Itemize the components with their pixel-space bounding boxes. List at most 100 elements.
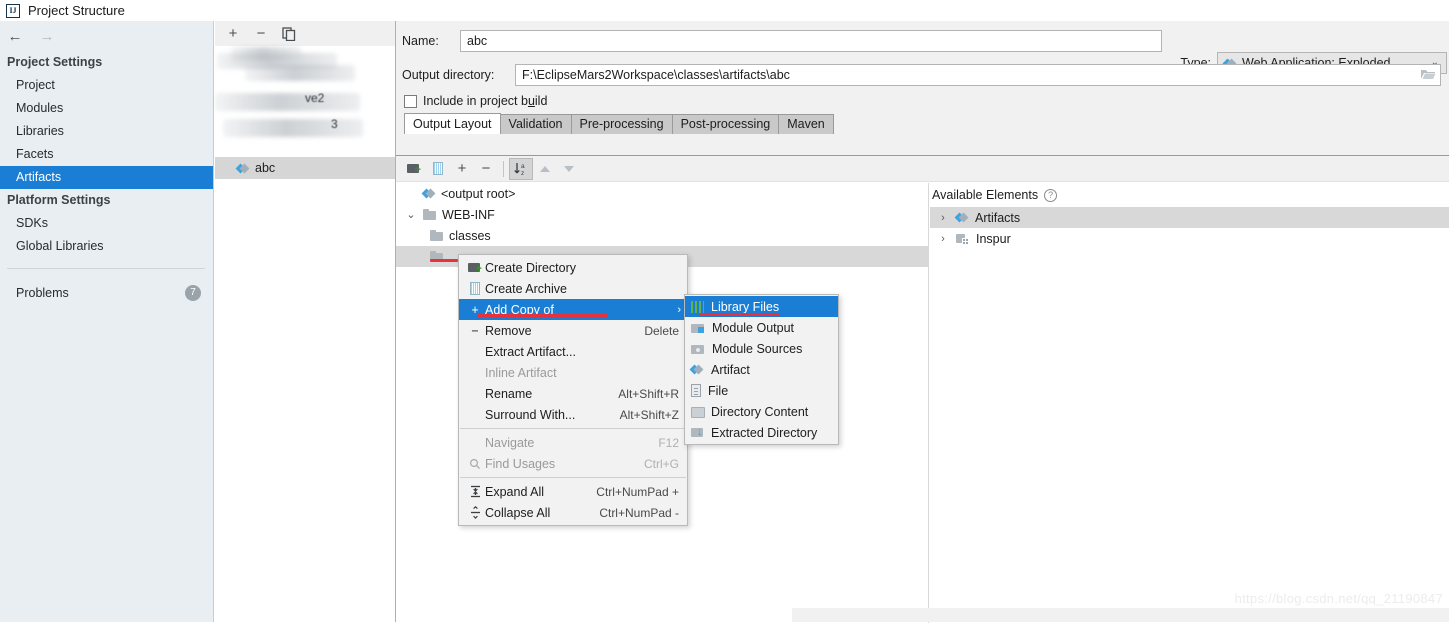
- menu-item-label: Rename: [485, 386, 533, 401]
- chevron-right-icon[interactable]: ›: [936, 212, 950, 224]
- tab-output-layout[interactable]: Output Layout: [404, 113, 501, 134]
- menu-item-accel: Delete: [644, 323, 679, 338]
- folder-add-icon: [465, 262, 485, 274]
- submenu-item-label: Artifact: [711, 362, 750, 377]
- tab-pre-processing[interactable]: Pre-processing: [570, 114, 673, 134]
- remove-artifact-button[interactable]: −: [253, 26, 269, 42]
- menu-item-extract-artifact[interactable]: Extract Artifact...: [459, 341, 687, 362]
- menu-item-create-directory[interactable]: Create Directory: [459, 257, 687, 278]
- submenu-item-directory-content[interactable]: Directory Content: [685, 401, 838, 422]
- output-directory-input[interactable]: F:\EclipseMars2Workspace\classes\artifac…: [515, 64, 1441, 86]
- sort-az-icon: a z: [514, 162, 525, 177]
- output-directory-label: Output directory:: [402, 68, 495, 82]
- available-element-label: Inspur: [976, 231, 1011, 246]
- artifact-list-item-redacted-1b: [245, 65, 355, 81]
- tab-post-processing[interactable]: Post-processing: [671, 114, 780, 134]
- move-down-button[interactable]: [557, 158, 581, 180]
- create-archive-button[interactable]: [426, 158, 450, 180]
- menu-item-surround-with[interactable]: Surround With... Alt+Shift+Z: [459, 404, 687, 425]
- sort-alphabetically-button[interactable]: a z: [509, 157, 533, 180]
- menu-item-remove[interactable]: − Remove Delete: [459, 320, 687, 341]
- chevron-down-icon[interactable]: ⌄: [404, 208, 418, 221]
- tab-maven[interactable]: Maven: [778, 114, 834, 134]
- menu-item-label: Extract Artifact...: [485, 344, 576, 359]
- annotation-underline-add-copy-of: [477, 314, 608, 317]
- module-sources-icon: [691, 343, 705, 355]
- archive-icon: [433, 162, 443, 175]
- output-directory-value: F:\EclipseMars2Workspace\classes\artifac…: [522, 68, 790, 82]
- artifact-list-panel: + − ve2 3 abc: [215, 21, 396, 622]
- available-elements-title: Available Elements: [932, 188, 1039, 202]
- problems-label: Problems: [16, 285, 69, 300]
- submenu-item-module-output[interactable]: Module Output: [685, 317, 838, 338]
- sidebar-item-global-libraries[interactable]: Global Libraries: [0, 235, 213, 258]
- tree-row-label: WEB-INF: [442, 207, 495, 222]
- move-up-button[interactable]: [533, 158, 557, 180]
- annotation-underline-tree-row: [430, 259, 458, 262]
- directory-content-icon: [691, 406, 705, 418]
- sidebar-item-modules[interactable]: Modules: [0, 97, 213, 120]
- menu-item-label: Expand All: [485, 484, 545, 499]
- name-input[interactable]: abc: [460, 30, 1162, 52]
- menu-item-accel: Ctrl+NumPad +: [596, 484, 679, 499]
- output-directory-row: Output directory: F:\EclipseMars2Workspa…: [396, 61, 1449, 89]
- add-artifact-button[interactable]: +: [225, 26, 241, 42]
- sidebar-item-facets[interactable]: Facets: [0, 143, 213, 166]
- available-elements-header: Available Elements ?: [930, 183, 1449, 207]
- tab-validation[interactable]: Validation: [499, 114, 572, 134]
- triangle-down-icon: [564, 165, 574, 172]
- folder-open-icon[interactable]: [1420, 67, 1436, 81]
- artifact-list-item-redacted-2[interactable]: [215, 93, 360, 111]
- expand-all-icon: [465, 485, 485, 498]
- menu-item-collapse-all[interactable]: Collapse All Ctrl+NumPad -: [459, 502, 687, 523]
- arrow-left-icon[interactable]: ←: [5, 26, 25, 46]
- svg-text:a: a: [521, 163, 525, 170]
- menu-item-label: Inline Artifact: [485, 365, 557, 380]
- copy-artifact-button[interactable]: [281, 26, 297, 42]
- annotation-underline-library-files: [700, 313, 780, 316]
- submenu-item-extracted-directory[interactable]: Extracted Directory: [685, 422, 838, 443]
- create-directory-button[interactable]: [402, 158, 426, 180]
- menu-item-accel: Alt+Shift+R: [618, 386, 679, 401]
- menu-item-accel: F12: [658, 435, 679, 450]
- artifact-list: ve2 3 abc: [215, 47, 395, 179]
- menu-item-rename[interactable]: Rename Alt+Shift+R: [459, 383, 687, 404]
- tree-row[interactable]: ⌄ WEB-INF: [396, 204, 928, 225]
- include-in-project-build-checkbox[interactable]: [404, 94, 417, 108]
- menu-separator: [460, 477, 686, 478]
- tree-row[interactable]: <output root>: [396, 183, 928, 204]
- sidebar-item-project[interactable]: Project: [0, 74, 213, 97]
- window-title: Project Structure: [28, 3, 125, 18]
- include-in-project-build-label: Include in project build: [423, 94, 548, 108]
- sidebar-item-artifacts[interactable]: Artifacts: [0, 166, 213, 189]
- context-menu: Create Directory Create Archive + Add Co…: [458, 254, 688, 526]
- add-copy-button[interactable]: +: [450, 158, 474, 180]
- chevron-right-icon[interactable]: ›: [936, 233, 950, 245]
- submenu-item-file[interactable]: File: [685, 380, 838, 401]
- remove-element-button[interactable]: −: [474, 158, 498, 180]
- submenu-item-artifact[interactable]: Artifact: [685, 359, 838, 380]
- sidebar-item-sdks[interactable]: SDKs: [0, 212, 213, 235]
- watermark: https://blog.csdn.net/qq_21190847: [1234, 591, 1443, 606]
- sidebar-item-problems[interactable]: Problems 7: [0, 281, 213, 304]
- menu-item-expand-all[interactable]: Expand All Ctrl+NumPad +: [459, 481, 687, 502]
- intellij-idea-icon: IJ: [6, 3, 20, 18]
- sidebar-item-libraries[interactable]: Libraries: [0, 120, 213, 143]
- folder-add-icon: [406, 163, 422, 175]
- submenu-item-label: Library Files: [711, 299, 780, 314]
- menu-item-accel: Alt+Shift+Z: [619, 407, 679, 422]
- menu-item-create-archive[interactable]: Create Archive: [459, 278, 687, 299]
- library-files-icon: [691, 300, 704, 313]
- problems-count-badge: 7: [185, 284, 201, 301]
- question-mark-icon[interactable]: ?: [1044, 188, 1058, 202]
- include-in-project-build-row[interactable]: Include in project build: [396, 89, 1449, 113]
- artifact-list-item-redacted-3[interactable]: [223, 119, 363, 137]
- available-element-inspur[interactable]: › Inspur: [930, 228, 1449, 249]
- artifact-list-item-abc[interactable]: abc: [215, 157, 395, 179]
- sidebar-group-project-settings: Project Settings: [7, 55, 103, 69]
- tree-row[interactable]: classes: [396, 225, 928, 246]
- available-element-artifacts[interactable]: › Artifacts: [930, 207, 1449, 228]
- submenu-item-module-sources[interactable]: Module Sources: [685, 338, 838, 359]
- arrow-right-icon[interactable]: →: [37, 26, 57, 46]
- toolbar-divider: [503, 160, 504, 177]
